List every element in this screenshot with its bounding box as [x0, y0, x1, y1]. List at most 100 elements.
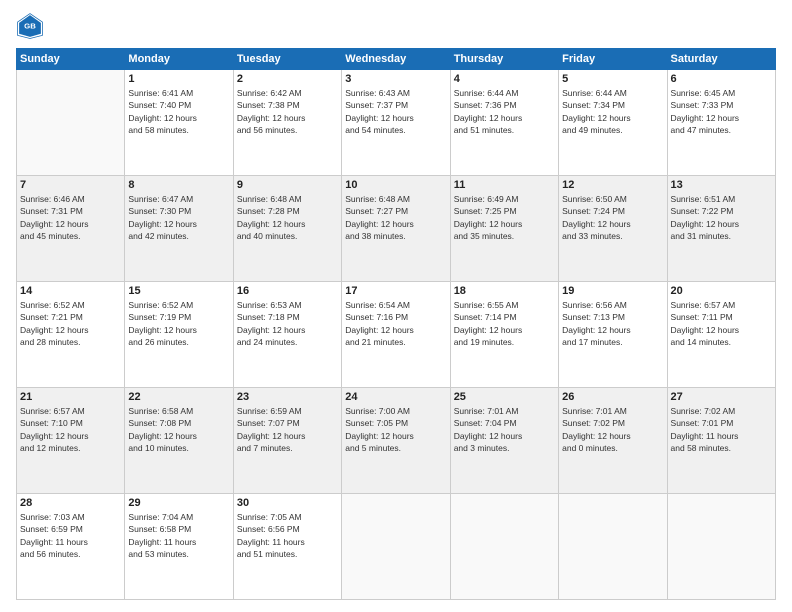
day-info: Sunrise: 6:44 AM Sunset: 7:36 PM Dayligh… [454, 87, 555, 136]
calendar-header-row: SundayMondayTuesdayWednesdayThursdayFrid… [17, 49, 776, 70]
day-number: 19 [562, 285, 663, 297]
day-number: 18 [454, 285, 555, 297]
day-info: Sunrise: 6:57 AM Sunset: 7:10 PM Dayligh… [20, 405, 121, 454]
calendar-cell: 25Sunrise: 7:01 AM Sunset: 7:04 PM Dayli… [450, 388, 558, 494]
day-info: Sunrise: 6:59 AM Sunset: 7:07 PM Dayligh… [237, 405, 338, 454]
day-number: 22 [128, 391, 229, 403]
day-number: 3 [345, 73, 446, 85]
calendar-cell: 12 Sunrise: 6:50 AM Sunset: 7:24 PM Dayli… [559, 176, 667, 282]
weekday-header: Sunday [17, 49, 125, 70]
header: GB [16, 12, 776, 40]
calendar-cell: 10 Sunrise: 6:48 AM Sunset: 7:27 PM Dayli… [342, 176, 450, 282]
day-info: Sunrise: 6:48 AM Sunset: 7:27 PM Dayligh… [345, 193, 446, 242]
day-number: 12 [562, 179, 663, 191]
day-number: 29 [128, 497, 229, 509]
day-info: Sunrise: 6:44 AM Sunset: 7:34 PM Dayligh… [562, 87, 663, 136]
calendar-cell: 4 Sunrise: 6:44 AM Sunset: 7:36 PM Daylig… [450, 70, 558, 176]
calendar-cell: 29 Sunrise: 7:04 AM Sunset: 6:58 PM Dayli… [125, 494, 233, 600]
day-number: 27 [671, 391, 772, 403]
day-info: Sunrise: 6:45 AM Sunset: 7:33 PM Dayligh… [671, 87, 772, 136]
calendar-week-row: 1Sunrise: 6:41 AM Sunset: 7:40 PM Daylig… [17, 70, 776, 176]
calendar-cell [342, 494, 450, 600]
day-number: 11 [454, 179, 555, 191]
calendar-week-row: 14 Sunrise: 6:52 AM Sunset: 7:21 PM Dayli… [17, 282, 776, 388]
day-info: Sunrise: 6:43 AM Sunset: 7:37 PM Dayligh… [345, 87, 446, 136]
day-number: 24 [345, 391, 446, 403]
day-number: 25 [454, 391, 555, 403]
weekday-header: Monday [125, 49, 233, 70]
calendar-table: SundayMondayTuesdayWednesdayThursdayFrid… [16, 48, 776, 600]
day-number: 13 [671, 179, 772, 191]
day-info: Sunrise: 6:53 AM Sunset: 7:18 PM Dayligh… [237, 299, 338, 348]
day-number: 20 [671, 285, 772, 297]
calendar-cell [559, 494, 667, 600]
calendar-cell: 17 Sunrise: 6:54 AM Sunset: 7:16 PM Dayli… [342, 282, 450, 388]
calendar-cell [450, 494, 558, 600]
day-info: Sunrise: 6:52 AM Sunset: 7:21 PM Dayligh… [20, 299, 121, 348]
day-number: 5 [562, 73, 663, 85]
calendar-cell: 2 Sunrise: 6:42 AM Sunset: 7:38 PM Daylig… [233, 70, 341, 176]
calendar-cell: 27 Sunrise: 7:02 AM Sunset: 7:01 PM Dayli… [667, 388, 775, 494]
day-number: 7 [20, 179, 121, 191]
day-info: Sunrise: 6:48 AM Sunset: 7:28 PM Dayligh… [237, 193, 338, 242]
logo: GB [16, 12, 48, 40]
calendar-week-row: 7 Sunrise: 6:46 AM Sunset: 7:31 PM Daylig… [17, 176, 776, 282]
weekday-header: Tuesday [233, 49, 341, 70]
day-number: 4 [454, 73, 555, 85]
day-number: 16 [237, 285, 338, 297]
calendar-cell [17, 70, 125, 176]
day-info: Sunrise: 7:04 AM Sunset: 6:58 PM Dayligh… [128, 511, 229, 560]
calendar-cell: 28Sunrise: 7:03 AM Sunset: 6:59 PM Dayli… [17, 494, 125, 600]
calendar-cell: 14 Sunrise: 6:52 AM Sunset: 7:21 PM Dayli… [17, 282, 125, 388]
calendar-cell: 23 Sunrise: 6:59 AM Sunset: 7:07 PM Dayli… [233, 388, 341, 494]
calendar-cell: 24 Sunrise: 7:00 AM Sunset: 7:05 PM Dayli… [342, 388, 450, 494]
calendar-week-row: 28Sunrise: 7:03 AM Sunset: 6:59 PM Dayli… [17, 494, 776, 600]
calendar-cell [667, 494, 775, 600]
calendar-cell: 6 Sunrise: 6:45 AM Sunset: 7:33 PM Daylig… [667, 70, 775, 176]
day-info: Sunrise: 6:55 AM Sunset: 7:14 PM Dayligh… [454, 299, 555, 348]
day-number: 17 [345, 285, 446, 297]
calendar-cell: 11Sunrise: 6:49 AM Sunset: 7:25 PM Dayli… [450, 176, 558, 282]
calendar-cell: 1Sunrise: 6:41 AM Sunset: 7:40 PM Daylig… [125, 70, 233, 176]
calendar-week-row: 21 Sunrise: 6:57 AM Sunset: 7:10 PM Dayli… [17, 388, 776, 494]
day-number: 21 [20, 391, 121, 403]
day-info: Sunrise: 6:41 AM Sunset: 7:40 PM Dayligh… [128, 87, 229, 136]
day-info: Sunrise: 6:50 AM Sunset: 7:24 PM Dayligh… [562, 193, 663, 242]
day-number: 10 [345, 179, 446, 191]
day-info: Sunrise: 7:02 AM Sunset: 7:01 PM Dayligh… [671, 405, 772, 454]
calendar-cell: 30 Sunrise: 7:05 AM Sunset: 6:56 PM Dayli… [233, 494, 341, 600]
calendar-cell: 22 Sunrise: 6:58 AM Sunset: 7:08 PM Dayli… [125, 388, 233, 494]
day-number: 2 [237, 73, 338, 85]
calendar-cell: 20 Sunrise: 6:57 AM Sunset: 7:11 PM Dayli… [667, 282, 775, 388]
day-info: Sunrise: 6:57 AM Sunset: 7:11 PM Dayligh… [671, 299, 772, 348]
day-info: Sunrise: 6:51 AM Sunset: 7:22 PM Dayligh… [671, 193, 772, 242]
calendar-cell: 3 Sunrise: 6:43 AM Sunset: 7:37 PM Daylig… [342, 70, 450, 176]
calendar-cell: 7 Sunrise: 6:46 AM Sunset: 7:31 PM Daylig… [17, 176, 125, 282]
calendar-cell: 19 Sunrise: 6:56 AM Sunset: 7:13 PM Dayli… [559, 282, 667, 388]
weekday-header: Saturday [667, 49, 775, 70]
day-number: 23 [237, 391, 338, 403]
svg-text:GB: GB [24, 21, 36, 30]
calendar-cell: 15Sunrise: 6:52 AM Sunset: 7:19 PM Dayli… [125, 282, 233, 388]
day-info: Sunrise: 6:42 AM Sunset: 7:38 PM Dayligh… [237, 87, 338, 136]
logo-icon: GB [16, 12, 44, 40]
calendar-cell: 18 Sunrise: 6:55 AM Sunset: 7:14 PM Dayli… [450, 282, 558, 388]
day-info: Sunrise: 7:05 AM Sunset: 6:56 PM Dayligh… [237, 511, 338, 560]
calendar-cell: 8Sunrise: 6:47 AM Sunset: 7:30 PM Daylig… [125, 176, 233, 282]
day-number: 6 [671, 73, 772, 85]
day-number: 30 [237, 497, 338, 509]
day-info: Sunrise: 6:47 AM Sunset: 7:30 PM Dayligh… [128, 193, 229, 242]
day-number: 15 [128, 285, 229, 297]
day-info: Sunrise: 6:56 AM Sunset: 7:13 PM Dayligh… [562, 299, 663, 348]
day-number: 14 [20, 285, 121, 297]
calendar-cell: 9Sunrise: 6:48 AM Sunset: 7:28 PM Daylig… [233, 176, 341, 282]
calendar-cell: 16 Sunrise: 6:53 AM Sunset: 7:18 PM Dayli… [233, 282, 341, 388]
day-info: Sunrise: 6:46 AM Sunset: 7:31 PM Dayligh… [20, 193, 121, 242]
calendar-cell: 21 Sunrise: 6:57 AM Sunset: 7:10 PM Dayli… [17, 388, 125, 494]
day-info: Sunrise: 7:00 AM Sunset: 7:05 PM Dayligh… [345, 405, 446, 454]
day-number: 28 [20, 497, 121, 509]
calendar-cell: 26Sunrise: 7:01 AM Sunset: 7:02 PM Dayli… [559, 388, 667, 494]
day-info: Sunrise: 6:54 AM Sunset: 7:16 PM Dayligh… [345, 299, 446, 348]
day-info: Sunrise: 6:58 AM Sunset: 7:08 PM Dayligh… [128, 405, 229, 454]
page: GB SundayMondayTuesdayWednesdayThursdayF… [0, 0, 792, 612]
